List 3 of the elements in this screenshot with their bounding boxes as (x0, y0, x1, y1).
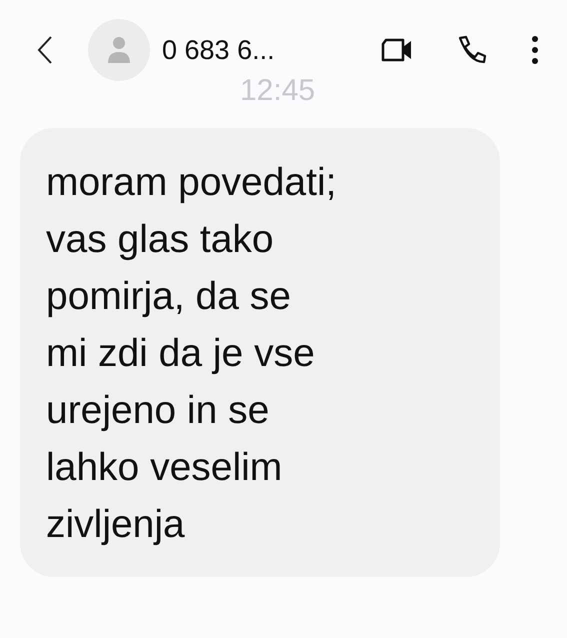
back-icon[interactable] (37, 35, 53, 65)
contact-name[interactable]: 0 683 6... (162, 30, 275, 70)
message-bubble: moram povedati; vas glas tako pomirja, da se mi zdi da je vse urejeno in se lahko veselim zivljenja (20, 128, 500, 577)
